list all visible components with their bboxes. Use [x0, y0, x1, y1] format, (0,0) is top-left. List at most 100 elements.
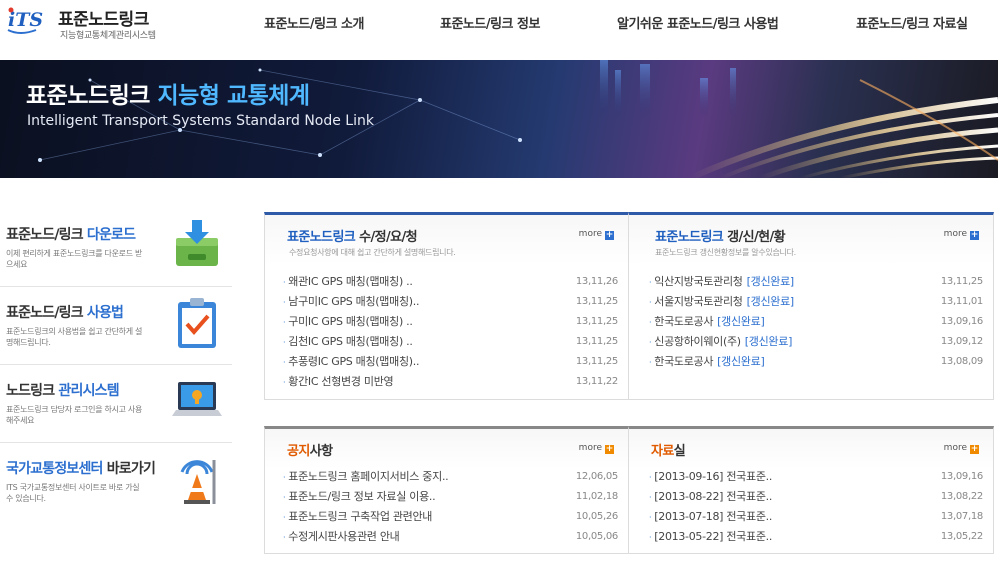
quick-item-desc: 이제 편리하게 표준노드링크를 다운로드 받으세요: [6, 249, 143, 269]
update-list: · 익산지방국토관리청 [갱신완료] 13,11,25 · 서울지방국토관리청 [갱신완료…: [649, 272, 983, 372]
list-item-text[interactable]: 표준노드링크 구축작업 관련안내: [288, 510, 432, 523]
more-label: more: [578, 229, 602, 239]
list-item-date: 10,05,26: [575, 511, 618, 522]
board-title-highlight: 표준노드링크: [655, 230, 724, 245]
list-item[interactable]: · [2013-07-18] 전국표준.. 13,07,18: [649, 507, 983, 527]
board-title-highlight: 표준노드링크: [287, 230, 356, 245]
quick-title-text: 표준노드/링크: [6, 305, 87, 321]
quick-item-desc: 표준노드링크의 사용법을 쉽고 간단하게 설명해드립니다.: [6, 327, 143, 347]
list-item-date: 13,11,25: [575, 356, 618, 367]
nav-item-archive[interactable]: 표준노드/링크 자료실: [856, 13, 968, 32]
traffic-signal-icon: [180, 460, 216, 504]
list-item-text[interactable]: 수정게시판사용관련 안내: [288, 530, 400, 543]
plus-icon: +: [605, 444, 614, 454]
list-item[interactable]: · 익산지방국토관리청 [갱신완료] 13,11,25: [649, 272, 983, 292]
list-item-text[interactable]: 구미IC GPS 매칭(맵매칭) ..: [288, 315, 413, 328]
bullet-icon: ·: [649, 513, 652, 522]
list-item-date: 13,11,25: [575, 316, 618, 327]
site-header: iTS 표준노드링크 지능형교통체계관리시스템 표준노드/링크 소개 표준노드/…: [0, 0, 998, 58]
list-item-text[interactable]: 한국도로공사: [654, 315, 713, 328]
list-item-text[interactable]: 추풍령IC GPS 매칭(맵매칭)..: [288, 355, 419, 368]
plus-icon: +: [970, 230, 979, 240]
quick-title-highlight: 다운로드: [86, 227, 136, 243]
list-item-date: 13,11,01: [940, 296, 983, 307]
list-item[interactable]: · 신공항하이웨이(주) [갱신완료] 13,09,12: [649, 332, 983, 352]
list-item-date: 13,11,25: [575, 296, 618, 307]
list-item[interactable]: · 서울지방국토관리청 [갱신완료] 13,11,01: [649, 292, 983, 312]
list-item-text[interactable]: [2013-07-18] 전국표준..: [654, 510, 772, 523]
list-item-text[interactable]: 익산지방국토관리청: [654, 275, 743, 288]
board-archive: 자료실 more + · [2013-09-16] 전국표준.. 13,09,16 ·…: [628, 426, 994, 554]
bullet-icon: ·: [283, 473, 286, 482]
main-nav: 표준노드/링크 소개 표준노드/링크 정보 알기쉬운 표준노드/링크 사용법 표…: [0, 13, 998, 35]
bullet-icon: ·: [283, 378, 286, 387]
list-item[interactable]: · 추풍령IC GPS 매칭(맵매칭).. 13,11,25: [283, 352, 618, 372]
list-item-text[interactable]: 신공항하이웨이(주): [654, 335, 741, 348]
quick-item-title: 국가교통정보센터 바로가기: [6, 458, 156, 478]
list-item-text[interactable]: [2013-09-16] 전국표준..: [654, 470, 772, 483]
quick-title-highlight: 국가교통정보센터: [6, 461, 103, 477]
list-item[interactable]: · [2013-09-16] 전국표준.. 13,09,16: [649, 467, 983, 487]
bullet-icon: ·: [649, 358, 652, 367]
bullet-icon: ·: [283, 533, 286, 542]
status-tag: [갱신완료]: [717, 355, 765, 368]
board-correction-requests: 표준노드링크 수/정/요/청 수정요청사항에 대해 쉽고 간단하게 설명해드립니…: [264, 212, 629, 400]
more-label: more: [943, 229, 967, 239]
list-item[interactable]: · [2013-05-22] 전국표준.. 13,05,22: [649, 527, 983, 547]
nav-item-info[interactable]: 표준노드/링크 정보: [440, 13, 540, 32]
list-item[interactable]: · 남구미IC GPS 매칭(맵매칭).. 13,11,25: [283, 292, 618, 312]
list-item-text[interactable]: 왜관IC GPS 매칭(맵매칭) ..: [288, 275, 413, 288]
list-item[interactable]: · 표준노드/링크 정보 자료실 이용.. 11,02,18: [283, 487, 618, 507]
list-item-date: 13,09,16: [940, 471, 983, 482]
list-item-text[interactable]: 남구미IC GPS 매칭(맵매칭)..: [288, 295, 419, 308]
list-item-date: 11,02,18: [575, 491, 618, 502]
more-link[interactable]: more +: [579, 443, 614, 454]
board-header: 공지사항 more +: [265, 429, 628, 469]
board-header: 표준노드링크 갱/신/현/황 표준노드링크 갱신현황정보를 알수있습니다. mo…: [629, 215, 993, 265]
list-item-text[interactable]: 서울지방국토관리청: [654, 295, 743, 308]
list-item[interactable]: · [2013-08-22] 전국표준.. 13,08,22: [649, 487, 983, 507]
list-item[interactable]: · 한국도로공사 [갱신완료] 13,09,16: [649, 312, 983, 332]
more-link[interactable]: more +: [944, 229, 979, 240]
list-item[interactable]: · 황간IC 선형변경 미반영 13,11,22: [283, 372, 618, 392]
list-item-text[interactable]: [2013-08-22] 전국표준..: [654, 490, 772, 503]
board-title-rest: 실: [673, 444, 686, 459]
quick-separator: [0, 364, 232, 365]
list-item[interactable]: · 수정게시판사용관련 안내 10,05,06: [283, 527, 618, 547]
quick-item-guide[interactable]: 표준노드/링크 사용법 표준노드링크의 사용법을 쉽고 간단하게 설명해드립니다…: [0, 290, 232, 362]
list-item-date: 13,05,22: [940, 531, 983, 542]
list-item-date: 13,07,18: [940, 511, 983, 522]
more-link[interactable]: more +: [944, 443, 979, 454]
more-link[interactable]: more +: [579, 229, 614, 240]
board-title-highlight: 자료: [651, 444, 674, 459]
quick-item-traffic-center[interactable]: 국가교통정보센터 바로가기 ITS 국가교통정보센터 사이트로 바로 가실 수 …: [0, 446, 232, 518]
list-item-date: 13,11,25: [575, 336, 618, 347]
quick-item-management-system[interactable]: 노드링크 관리시스템 표준노드링크 담당자 로그인을 하시고 사용해주세요: [0, 368, 232, 440]
list-item-text[interactable]: 김천IC GPS 매칭(맵매칭) ..: [288, 335, 413, 348]
list-item[interactable]: · 왜관IC GPS 매칭(맵매칭) .. 13,11,26: [283, 272, 618, 292]
board-title: 공지사항: [287, 440, 333, 459]
list-item-text[interactable]: 표준노드/링크 정보 자료실 이용..: [288, 490, 435, 503]
nav-item-guide[interactable]: 알기쉬운 표준노드/링크 사용법: [617, 13, 779, 32]
list-item[interactable]: · 한국도로공사 [갱신완료] 13,08,09: [649, 352, 983, 372]
list-item-text[interactable]: 한국도로공사: [654, 355, 713, 368]
list-item[interactable]: · 김천IC GPS 매칭(맵매칭) .. 13,11,25: [283, 332, 618, 352]
list-item-text[interactable]: 표준노드링크 홈페이지서비스 중지..: [288, 470, 448, 483]
board-header: 자료실 more +: [629, 429, 993, 469]
status-tag: [갱신완료]: [717, 315, 765, 328]
bullet-icon: ·: [283, 338, 286, 347]
list-item-text[interactable]: 황간IC 선형변경 미반영: [288, 375, 393, 388]
quick-item-download[interactable]: 표준노드/링크 다운로드 이제 편리하게 표준노드링크를 다운로드 받으세요: [0, 212, 232, 284]
status-tag: [갱신완료]: [746, 275, 795, 288]
list-item-date: 13,11,26: [575, 276, 618, 287]
quick-item-title: 표준노드/링크 사용법: [6, 302, 124, 322]
banner-title: 표준노드링크 지능형 교통체계: [26, 76, 310, 110]
list-item[interactable]: · 표준노드링크 홈페이지서비스 중지.. 12,06,05: [283, 467, 618, 487]
list-item[interactable]: · 표준노드링크 구축작업 관련안내 10,05,26: [283, 507, 618, 527]
laptop-icon: [172, 382, 222, 416]
board-header: 표준노드링크 수/정/요/청 수정요청사항에 대해 쉽고 간단하게 설명해드립니…: [265, 215, 628, 265]
list-item-text[interactable]: [2013-05-22] 전국표준..: [654, 530, 772, 543]
nav-item-intro[interactable]: 표준노드/링크 소개: [264, 13, 364, 32]
list-item[interactable]: · 구미IC GPS 매칭(맵매칭) .. 13,11,25: [283, 312, 618, 332]
bullet-icon: ·: [649, 278, 652, 287]
